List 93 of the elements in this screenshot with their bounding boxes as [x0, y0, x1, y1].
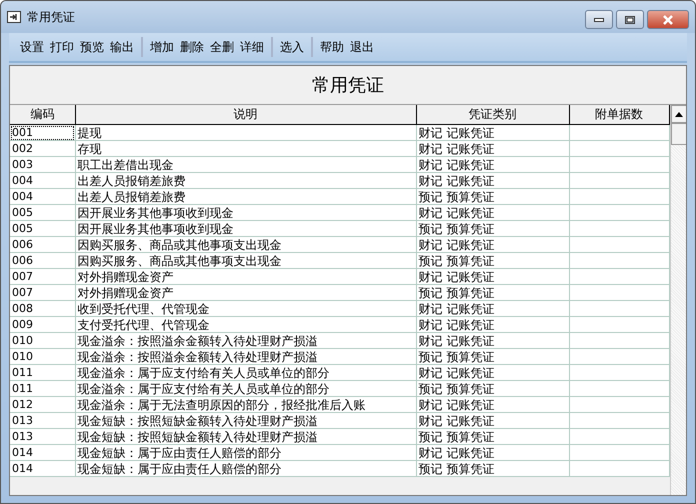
toolbar-button[interactable]: 增加: [147, 38, 177, 56]
up-arrow-icon: [675, 112, 683, 116]
table-cell: 004: [10, 172, 75, 188]
table-cell: 提现: [75, 124, 416, 140]
toolbar-button[interactable]: 输出: [107, 38, 137, 56]
toolbar-button[interactable]: 打印: [47, 38, 77, 56]
table-cell: 预记 预算凭证: [416, 348, 569, 364]
table-cell: 支付受托代理、代管现金: [75, 316, 416, 332]
app-icon: [7, 11, 21, 23]
table-cell: 财记 记账凭证: [416, 364, 569, 380]
table-cell: 004: [10, 188, 75, 204]
table-cell: 财记 记账凭证: [416, 300, 569, 316]
toolbar-button[interactable]: 删除: [177, 38, 207, 56]
table-cell: 对外捐赠现金资产: [75, 284, 416, 300]
table-cell: 010: [10, 332, 75, 348]
table-cell: 现金溢余：按照溢余金额转入待处理财产损溢: [75, 348, 416, 364]
table-cell: 006: [10, 236, 75, 252]
table-cell: 现金短缺：属于应由责任人赔偿的部分: [75, 460, 416, 476]
close-icon: [662, 14, 674, 24]
table-cell: 财记 记账凭证: [416, 140, 569, 156]
maximize-button[interactable]: [616, 10, 644, 29]
column-header[interactable]: 附单据数: [569, 105, 669, 124]
table-cell: 005: [10, 220, 75, 236]
table-cell: 对外捐赠现金资产: [75, 268, 416, 284]
table-cell: 财记 记账凭证: [416, 396, 569, 412]
table-cell: 财记 记账凭证: [416, 444, 569, 460]
table-cell: 财记 记账凭证: [416, 156, 569, 172]
table-cell: 006: [10, 252, 75, 268]
table-cell: 预记 预算凭证: [416, 460, 569, 476]
table-cell: 007: [10, 268, 75, 284]
table-cell: 现金短缺：按照短缺金额转入待处理财产损溢: [75, 412, 416, 428]
table-cell: 010: [10, 348, 75, 364]
table-cell: 因购买服务、商品或其他事项支出现金: [75, 252, 416, 268]
minimize-button[interactable]: [585, 10, 613, 29]
scrollbar[interactable]: [670, 105, 686, 495]
table-cell: 因购买服务、商品或其他事项支出现金: [75, 236, 416, 252]
table-cell: 013: [10, 412, 75, 428]
toolbar-button[interactable]: 全删: [207, 38, 237, 56]
table-cell: 预记 预算凭证: [416, 428, 569, 444]
table-cell: 职工出差借出现金: [75, 156, 416, 172]
column-header[interactable]: 凭证类别: [416, 105, 569, 124]
toolbar-button[interactable]: 选入: [277, 38, 307, 56]
table-cell: 预记 预算凭证: [416, 220, 569, 236]
table-cell: 预记 预算凭证: [416, 380, 569, 396]
table-cell: 财记 记账凭证: [416, 412, 569, 428]
scroll-up-button[interactable]: [670, 105, 686, 123]
table-cell: 预记 预算凭证: [416, 188, 569, 204]
toolbar-button[interactable]: 预览: [77, 38, 107, 56]
scroll-thumb[interactable]: [670, 123, 686, 145]
toolbar-button[interactable]: 详细: [237, 38, 267, 56]
table-cell: 财记 记账凭证: [416, 124, 569, 140]
table-cell: 财记 记账凭证: [416, 204, 569, 220]
table-cell: 因开展业务其他事项收到现金: [75, 220, 416, 236]
toolbar-button[interactable]: 帮助: [317, 38, 347, 56]
table-cell: 财记 记账凭证: [416, 172, 569, 188]
table-cell: 007: [10, 284, 75, 300]
toolbar-button[interactable]: 设置: [17, 38, 47, 56]
table-cell: 005: [10, 204, 75, 220]
table-cell: 财记 记账凭证: [416, 268, 569, 284]
table-cell: 008: [10, 300, 75, 316]
table-cell: 现金溢余：属于应支付给有关人员或单位的部分: [75, 380, 416, 396]
table-cell: 现金溢余：属于无法查明原因的部分，报经批准后入账: [75, 396, 416, 412]
column-header[interactable]: 编码: [10, 105, 75, 124]
table-cell: 财记 记账凭证: [416, 332, 569, 348]
table-cell: 出差人员报销差旅费: [75, 172, 416, 188]
table-cell: 002: [10, 140, 75, 156]
table-cell: 014: [10, 460, 75, 476]
table-cell: 013: [10, 428, 75, 444]
table-cell: 014: [10, 444, 75, 460]
table-cell: 009: [10, 316, 75, 332]
table-cell: 011: [10, 364, 75, 380]
close-button[interactable]: [647, 10, 689, 29]
table-cell: 现金溢余：按照溢余金额转入待处理财产损溢: [75, 332, 416, 348]
table-cell: 现金溢余：属于应支付给有关人员或单位的部分: [75, 364, 416, 380]
table-cell: 收到受托代理、代管现金: [75, 300, 416, 316]
toolbar-button[interactable]: 退出: [347, 38, 377, 56]
minimize-icon: [594, 18, 604, 22]
table-cell: 预记 预算凭证: [416, 252, 569, 268]
column-header[interactable]: 说明: [75, 105, 416, 124]
table-cell: 财记 记账凭证: [416, 236, 569, 252]
table-cell: 001: [10, 124, 75, 140]
table-cell: 出差人员报销差旅费: [75, 188, 416, 204]
table-cell: 现金短缺：属于应由责任人赔偿的部分: [75, 444, 416, 460]
table-cell: 存现: [75, 140, 416, 156]
table-cell: 现金短缺：按照短缺金额转入待处理财产损溢: [75, 428, 416, 444]
table-cell: 003: [10, 156, 75, 172]
table-cell: 预记 预算凭证: [416, 284, 569, 300]
table-cell: 因开展业务其他事项收到现金: [75, 204, 416, 220]
table-cell: 财记 记账凭证: [416, 316, 569, 332]
table-cell: 012: [10, 396, 75, 412]
maximize-icon: [625, 16, 635, 24]
table-cell: 011: [10, 380, 75, 396]
window-title: 常用凭证: [27, 8, 76, 26]
